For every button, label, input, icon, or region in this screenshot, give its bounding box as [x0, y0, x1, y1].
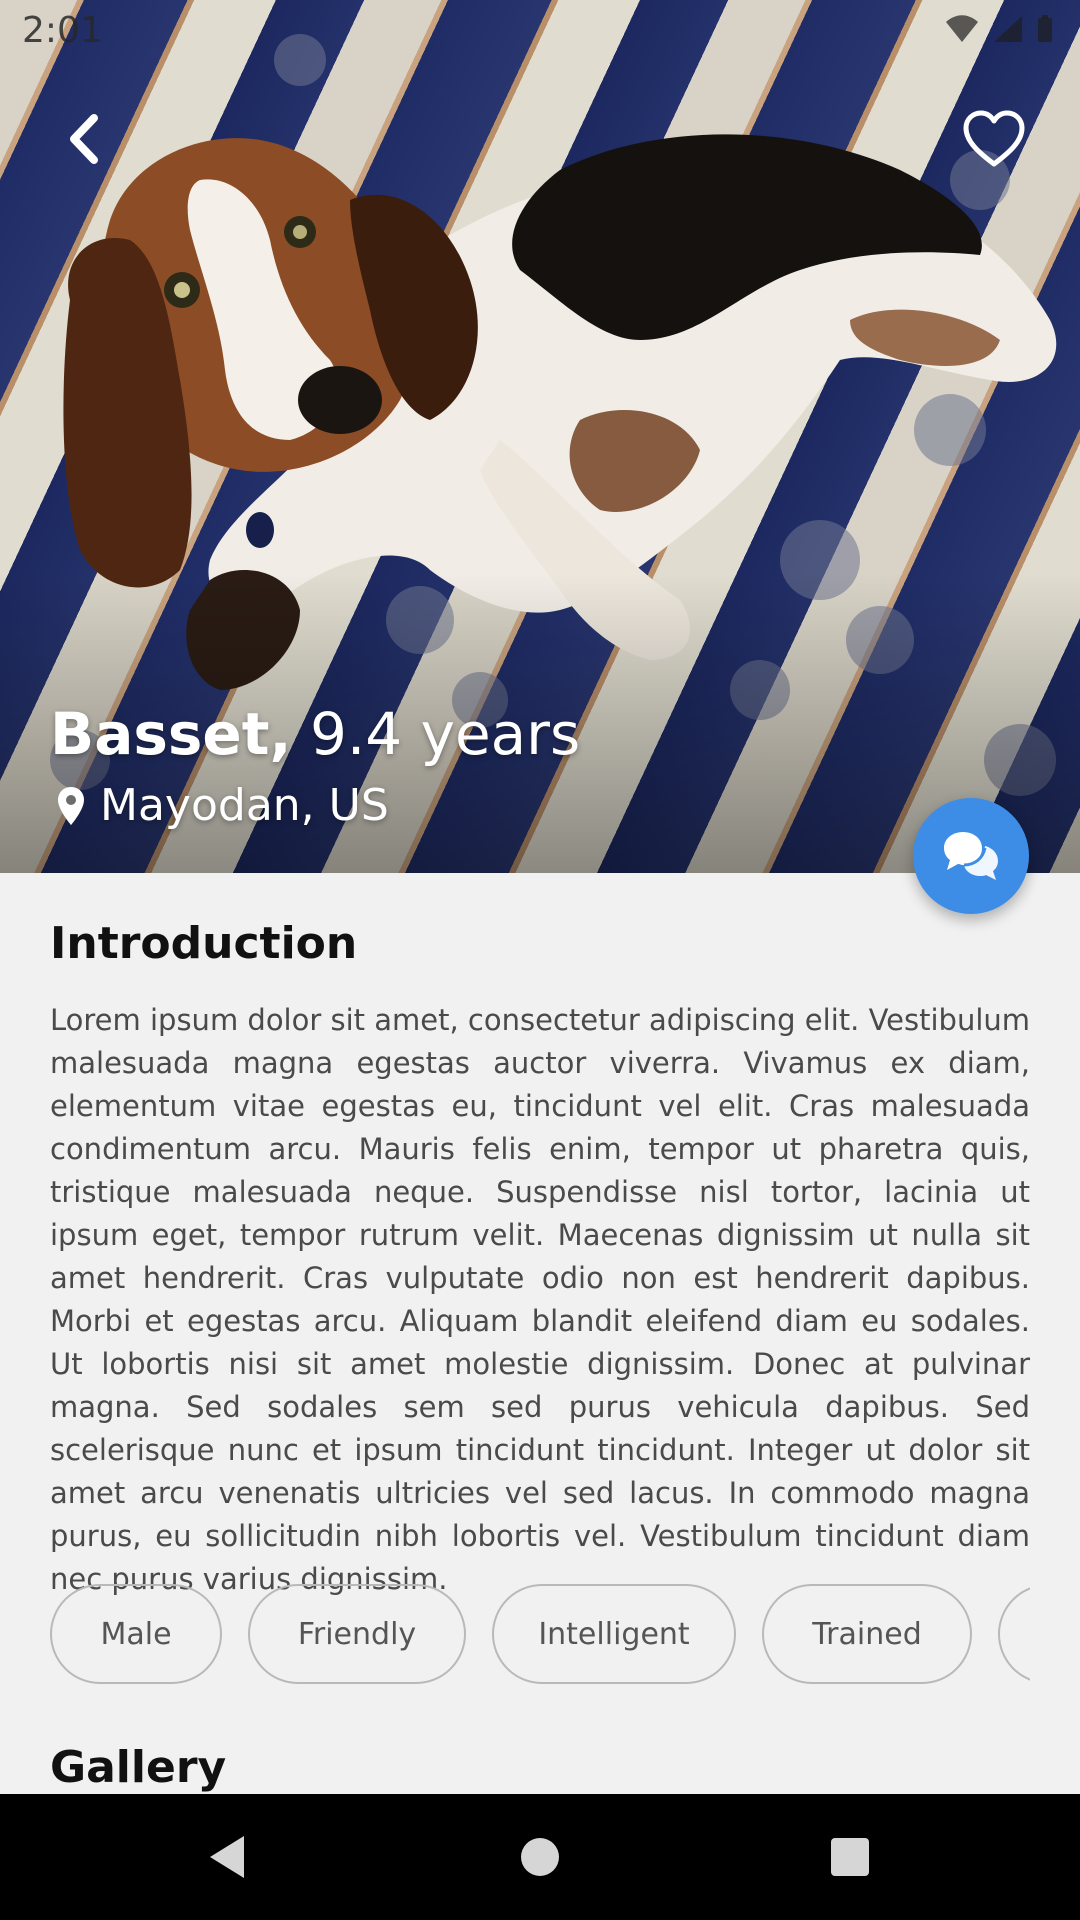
- battery-icon: [1038, 15, 1052, 42]
- location-pin-icon: [58, 787, 84, 825]
- signal-icon: [994, 16, 1022, 42]
- chat-bubbles-icon: [944, 832, 998, 880]
- nav-back-icon: [210, 1836, 244, 1878]
- system-navigation-bar: [0, 1794, 1080, 1920]
- pet-title: Basset, 9.4 years: [50, 698, 580, 770]
- status-time: 2:01: [22, 10, 103, 51]
- trait-chip-male[interactable]: Male: [50, 1584, 222, 1684]
- pet-name: Basset,: [50, 700, 292, 768]
- pet-location: Mayodan, US: [56, 776, 389, 836]
- status-icons: [944, 14, 1054, 44]
- trait-chip-friendly[interactable]: Friendly: [248, 1584, 466, 1684]
- trait-chips: Male Friendly Intelligent Trained: [50, 1584, 1030, 1686]
- wifi-icon: [946, 15, 978, 42]
- nav-home-button[interactable]: [480, 1794, 600, 1920]
- chat-button[interactable]: [913, 798, 1029, 914]
- nav-home-icon: [521, 1838, 559, 1876]
- gallery-heading: Gallery: [50, 1742, 227, 1793]
- trait-chip-trained[interactable]: Trained: [762, 1584, 972, 1684]
- nav-back-button[interactable]: [166, 1794, 286, 1920]
- chevron-left-icon[interactable]: [56, 104, 116, 174]
- nav-recents-button[interactable]: [790, 1794, 910, 1920]
- location-label: Mayodan, US: [100, 780, 389, 831]
- trait-chip-partial[interactable]: [998, 1584, 1030, 1684]
- introduction-text: Lorem ipsum dolor sit amet, consectetur …: [50, 1003, 1031, 1596]
- pet-detail-screen: 2:01 Basset, 9.4 years Mayodan, US Intro…: [0, 0, 1080, 1920]
- pet-age: 9.4 years: [309, 700, 581, 768]
- trait-chip-intelligent[interactable]: Intelligent: [492, 1584, 736, 1684]
- heart-outline-icon[interactable]: [960, 108, 1028, 172]
- pet-photo: 2:01 Basset, 9.4 years Mayodan, US: [0, 0, 1080, 873]
- nav-recents-icon: [831, 1838, 869, 1876]
- introduction-heading: Introduction: [50, 918, 358, 969]
